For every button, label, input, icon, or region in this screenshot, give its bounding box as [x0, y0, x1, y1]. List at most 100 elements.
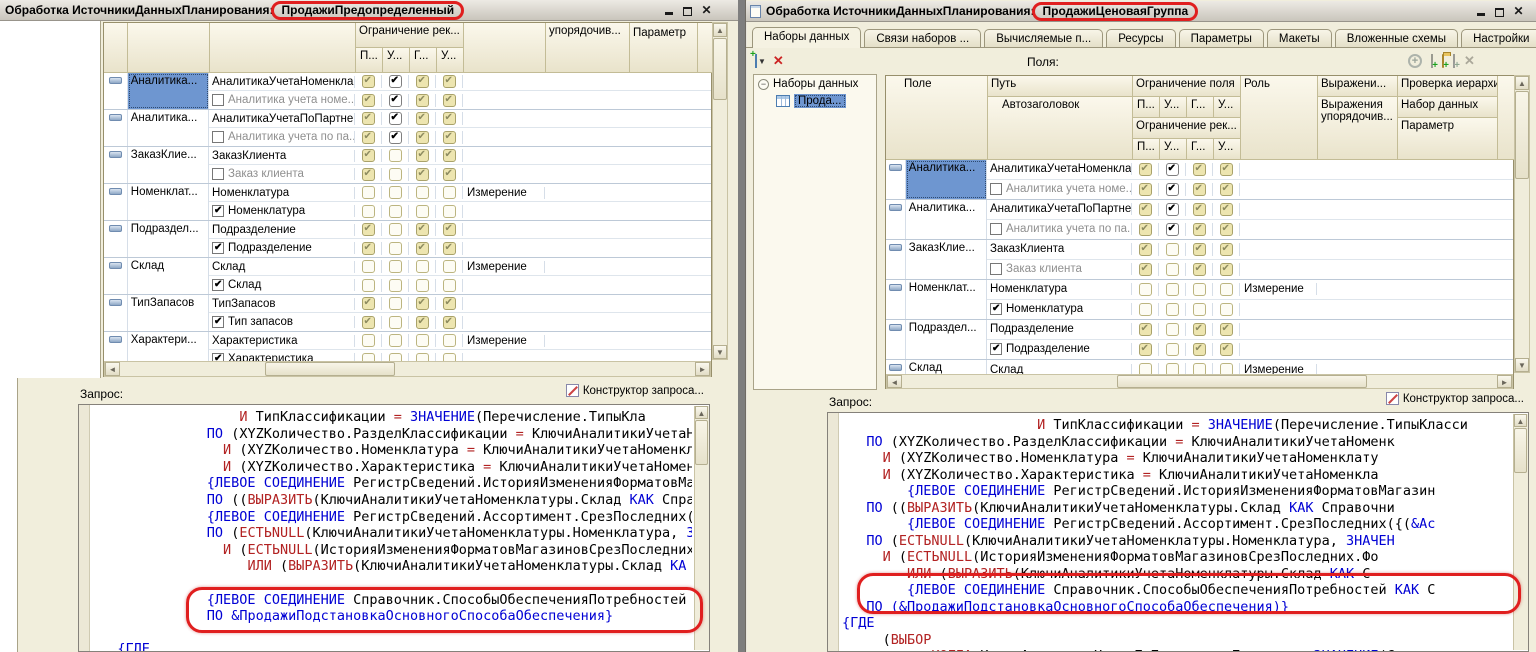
restriction-checkbox[interactable] — [443, 75, 456, 88]
field-path-row[interactable]: ХарактеристикаИзмерение — [209, 332, 711, 350]
scroll-down-button[interactable]: ▼ — [1515, 358, 1529, 372]
restriction-checkbox[interactable] — [1193, 343, 1206, 356]
autotitle-checkbox[interactable] — [990, 223, 1002, 235]
minimize-button[interactable] — [1473, 4, 1488, 18]
restriction-checkbox[interactable] — [389, 112, 402, 125]
field-name-cell[interactable]: Аналитика... — [906, 160, 987, 199]
field-title-row[interactable]: Аналитика учета номе... — [209, 91, 711, 109]
restriction-checkbox[interactable] — [1166, 263, 1179, 276]
query-builder-link[interactable]: Конструктор запроса... — [1386, 392, 1524, 405]
field-title-row[interactable]: Склад — [209, 276, 711, 294]
restriction-checkbox[interactable] — [416, 186, 429, 199]
path-cell[interactable]: АналитикаУчетаНоменкла... — [987, 163, 1132, 175]
restriction-checkbox[interactable] — [1220, 243, 1233, 256]
restriction-checkbox[interactable] — [362, 334, 375, 347]
autotitle-checkbox[interactable] — [212, 353, 224, 361]
field-title-row[interactable]: Характеристика — [209, 350, 711, 361]
path-cell[interactable]: Подразделение — [987, 323, 1132, 335]
restriction-checkbox[interactable] — [416, 316, 429, 329]
restriction-checkbox[interactable] — [1139, 203, 1152, 216]
restriction-checkbox[interactable] — [1166, 303, 1179, 316]
restriction-checkbox[interactable] — [1220, 283, 1233, 296]
path-cell[interactable]: Номенклатура — [209, 187, 355, 199]
maximize-button[interactable] — [1492, 4, 1507, 18]
restriction-checkbox[interactable] — [1166, 163, 1179, 176]
restriction-checkbox[interactable] — [389, 353, 402, 362]
autotitle-checkbox[interactable] — [212, 316, 224, 328]
restriction-checkbox[interactable] — [416, 94, 429, 107]
collapse-icon[interactable] — [109, 77, 122, 84]
field-path-row[interactable]: НоменклатураИзмерение — [209, 184, 711, 202]
restriction-checkbox[interactable] — [1166, 203, 1179, 216]
field-title-row[interactable]: Подразделение — [209, 239, 711, 257]
restriction-checkbox[interactable] — [443, 297, 456, 310]
field-name-cell[interactable]: Подраздел... — [906, 320, 987, 359]
scroll-up-button[interactable]: ▲ — [1514, 414, 1527, 427]
query-builder-link[interactable]: Конструктор запроса... — [566, 384, 704, 397]
field-title-row[interactable]: Номенклатура — [209, 202, 711, 220]
maximize-button[interactable] — [680, 3, 695, 17]
restriction-checkbox[interactable] — [416, 260, 429, 273]
restriction-checkbox[interactable] — [443, 223, 456, 236]
path-cell[interactable]: Склад — [209, 261, 355, 273]
path-cell[interactable]: Номенклатура — [987, 283, 1132, 295]
scroll-down-button[interactable]: ▼ — [713, 345, 727, 359]
restriction-checkbox[interactable] — [389, 260, 402, 273]
restriction-checkbox[interactable] — [1166, 243, 1179, 256]
restriction-checkbox[interactable] — [1220, 203, 1233, 216]
scroll-left-button[interactable]: ◄ — [887, 375, 902, 388]
collapse-icon[interactable] — [109, 225, 122, 232]
autotitle-cell[interactable]: Склад — [209, 279, 355, 291]
right-query-editor[interactable]: И ТипКлассификации = ЗНАЧЕНИЕ(Перечислен… — [827, 412, 1529, 652]
tab-layouts[interactable]: Макеты — [1267, 29, 1332, 48]
restriction-checkbox[interactable] — [1193, 323, 1206, 336]
field-path-row[interactable]: АналитикаУчетаНоменкла... — [987, 160, 1513, 180]
right-query-vscrollbar[interactable]: ▲ — [1513, 414, 1528, 650]
restriction-checkbox[interactable] — [389, 186, 402, 199]
vscroll-thumb[interactable] — [1514, 428, 1527, 473]
delete-field-button[interactable]: ✕ — [1464, 53, 1475, 69]
path-cell[interactable]: ЗаказКлиента — [987, 243, 1132, 255]
left-table-hscrollbar[interactable]: ◄ ► — [104, 361, 711, 377]
autotitle-checkbox[interactable] — [990, 303, 1002, 315]
restriction-checkbox[interactable] — [443, 279, 456, 292]
collapse-icon[interactable] — [889, 324, 902, 331]
field-path-row[interactable]: АналитикаУчетаПоПартне... — [209, 110, 711, 128]
autotitle-checkbox[interactable] — [990, 343, 1002, 355]
path-cell[interactable]: Склад — [987, 364, 1132, 374]
tree-node-datasets-root[interactable]: − Наборы данных — [754, 75, 876, 91]
restriction-checkbox[interactable] — [443, 316, 456, 329]
autotitle-cell[interactable]: Подразделение — [209, 242, 355, 254]
tab-nested-schemas[interactable]: Вложенные схемы — [1335, 29, 1458, 48]
autotitle-checkbox[interactable] — [212, 205, 224, 217]
vscroll-thumb[interactable] — [695, 420, 708, 465]
restriction-checkbox[interactable] — [362, 279, 375, 292]
path-cell[interactable]: ТипЗапасов — [209, 298, 355, 310]
restriction-checkbox[interactable] — [443, 168, 456, 181]
restriction-checkbox[interactable] — [1139, 343, 1152, 356]
minimize-button[interactable] — [661, 3, 676, 17]
scroll-left-button[interactable]: ◄ — [105, 362, 120, 376]
field-name-cell[interactable]: Подраздел... — [128, 221, 209, 257]
tab-calculated-fields[interactable]: Вычисляемые п... — [984, 29, 1103, 48]
field-name-cell[interactable]: Аналитика... — [906, 200, 987, 239]
restriction-checkbox[interactable] — [362, 131, 375, 144]
restriction-checkbox[interactable] — [1220, 363, 1233, 374]
restriction-checkbox[interactable] — [1220, 183, 1233, 196]
tab-settings[interactable]: Настройки — [1461, 29, 1536, 48]
restriction-checkbox[interactable] — [1220, 163, 1233, 176]
tab-dataset-links[interactable]: Связи наборов ... — [864, 29, 981, 48]
restriction-checkbox[interactable] — [389, 223, 402, 236]
path-cell[interactable]: Характеристика — [209, 335, 355, 347]
close-button[interactable]: ✕ — [699, 3, 714, 17]
collapse-icon[interactable] — [109, 151, 122, 158]
restriction-checkbox[interactable] — [362, 75, 375, 88]
restriction-checkbox[interactable] — [389, 168, 402, 181]
scroll-right-button[interactable]: ► — [1497, 375, 1512, 388]
restriction-checkbox[interactable] — [416, 223, 429, 236]
left-datasets-pane[interactable] — [0, 21, 101, 378]
autotitle-cell[interactable]: Подразделение — [987, 343, 1132, 355]
field-name-cell[interactable]: Номенклат... — [128, 184, 209, 220]
autotitle-cell[interactable]: Аналитика учета по па... — [987, 223, 1132, 235]
right-window-titlebar[interactable]: Обработка ИсточникиДанныхПланирования: П… — [746, 1, 1536, 22]
